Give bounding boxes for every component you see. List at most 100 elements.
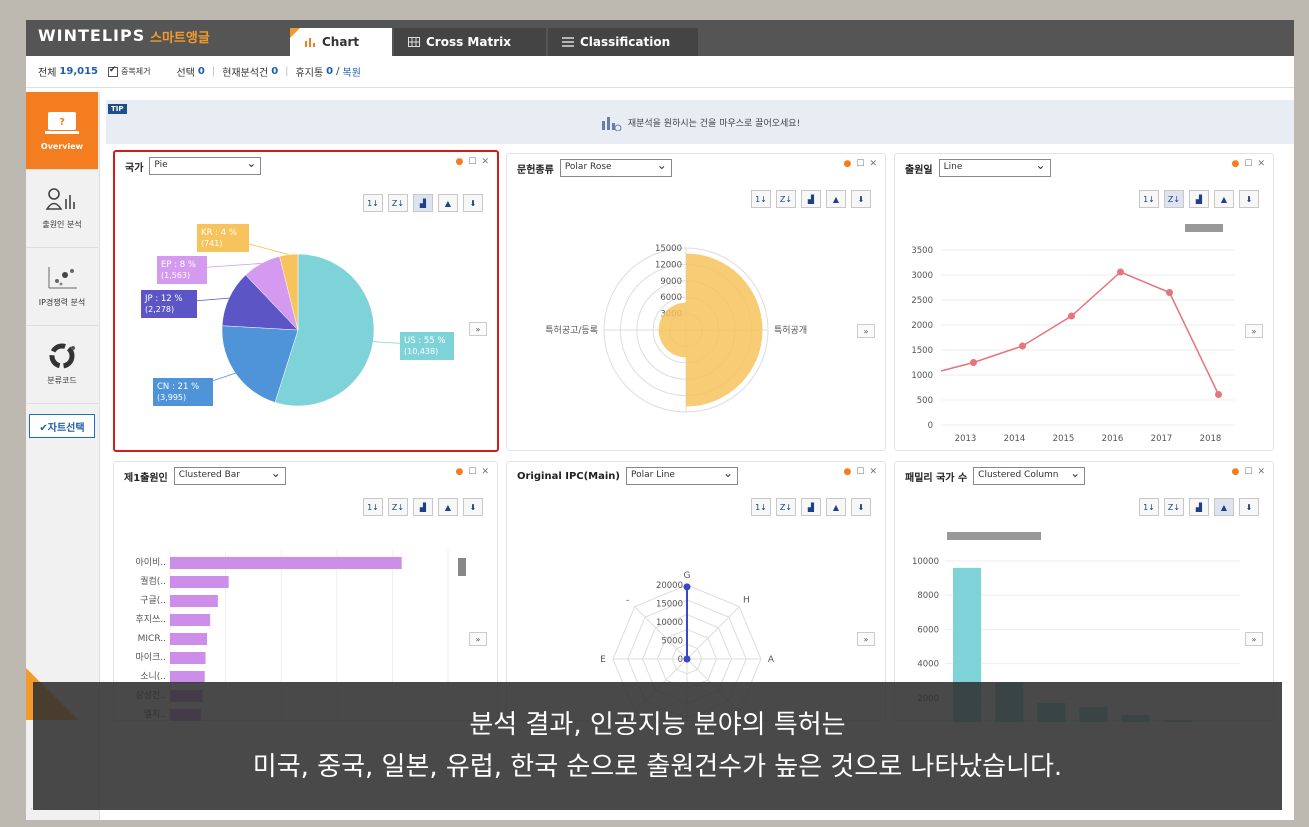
radar-tick-label: 5000 [661,637,683,647]
expand-icon[interactable]: » [1245,324,1263,338]
sidebar-item-ip-competitiveness[interactable]: IP경쟁력 분석 [26,248,98,326]
sidebar-item-applicant[interactable]: 출원인 분석 [26,170,98,248]
current-analysis-label: 현재분석건 [222,68,269,79]
slash: / [336,66,340,77]
dedupe-label: 중복제거 [121,67,151,76]
status-bar: 전체 19,015 중복제거 선택 0 | 현재분석건 0 | 휴지통 0 / … [26,56,1294,88]
legend-swatch [1185,224,1223,232]
pie-label-count: (1,563) [161,271,190,280]
trash-label[interactable]: 휴지통 [296,64,324,79]
panel-doc-type[interactable]: 문헌종류 Polar Rose ●☐✕ 1↓ Z↓ ▟ ▲ ⬇ 15000120… [506,153,886,451]
panel-country[interactable]: 국가 Pie ●☐✕ 1↓ Z↓ ▟ ▲ ⬇ US : 55 %(10,438)… [113,150,499,452]
expand-icon[interactable]: » [469,632,487,646]
pie-label-count: (741) [201,239,223,248]
data-point [683,655,691,663]
expand-icon[interactable]: » [1245,632,1263,646]
tab-label: Chart [322,35,360,49]
polar-tick-label: 6000 [660,293,682,303]
pie-label: KR : 4 % [201,228,237,238]
y-tick-label: 1000 [911,371,933,381]
pie-label: JP : 12 % [144,294,183,304]
bar [170,576,229,588]
series-line [940,271,1220,395]
polar-tick-label: 9000 [660,277,682,287]
expand-icon[interactable]: » [857,632,875,646]
selected-label: 선택 [176,68,195,79]
y-category-label: 아이비.. [135,557,166,568]
sidebar-item-label: 출원인 분석 [42,220,82,229]
bar [170,557,402,569]
y-category-label: 소니(.. [140,671,166,682]
sidebar-item-classification[interactable]: 분류코드 [26,326,98,404]
y-tick-label: 1500 [911,346,933,356]
chart-select-button[interactable]: ✔자트선택 [29,414,95,438]
trash-count: 0 [326,66,334,77]
overview-icon: ? [45,112,79,134]
bar-chart-icon [305,38,315,47]
x-tick-label: 2016 [1102,434,1124,444]
polar-tick-label: 15000 [655,244,682,254]
tab-label: Cross Matrix [426,35,511,49]
radar-category-label: - [626,596,629,606]
sidebar-item-label: 분류코드 [47,376,77,385]
divider: | [211,66,216,77]
radar-tick-label: 15000 [656,600,683,610]
y-category-label: 퀄컴(.. [140,575,166,587]
dedupe-checkbox[interactable] [108,65,118,77]
data-point [1215,391,1222,398]
y-tick-label: 8000 [917,591,939,601]
video-caption: 분석 결과, 인공지능 분야의 특허는 미국, 중국, 일본, 유럽, 한국 순… [33,682,1282,810]
current-analysis-count: 0 [271,66,279,77]
tip-bar: TIP 재분석을 원하시는 건을 마우스로 끌어오세요! [106,100,1294,144]
pie-label-count: (3,995) [157,393,186,402]
y-tick-label: 2000 [911,321,933,331]
y-tick-label: 3000 [911,271,933,281]
bar [170,595,218,607]
total-label: 전체 [38,68,57,79]
total-count: 19,015 [59,66,98,77]
bar [170,633,208,645]
classification-icon [49,343,75,369]
app-logo: WINTELIPS [38,26,146,45]
tab-chart[interactable]: Chart [290,28,392,56]
y-tick-label: 500 [917,396,933,406]
y-tick-label: 10000 [912,557,939,567]
legend-swatch [947,532,1041,540]
radar-category-label: H [743,596,750,606]
x-tick-label: 2017 [1151,434,1173,444]
polar-category-label: 특허공고/등록 [545,325,598,336]
data-point [1019,342,1026,350]
grid-icon [408,37,420,47]
data-point [1068,312,1075,320]
caption-line-2: 미국, 중국, 일본, 유럽, 한국 순으로 출원건수가 높은 것으로 나타났습… [252,752,1063,782]
bar [170,652,206,664]
line-chart: 3500 3000 2500 2000 1500 1000 500 0 2013 2014 2015… [911,224,1235,444]
expand-icon[interactable]: » [857,324,875,338]
drag-drop-icon [601,117,622,131]
tab-cross-matrix[interactable]: Cross Matrix [394,28,546,56]
restore-link[interactable]: 복원 [343,64,361,79]
tab-classification[interactable]: Classification [548,28,698,56]
applicant-icon [45,188,75,210]
legend-swatch [458,558,466,576]
y-category-label: 후지쓰.. [135,614,166,625]
tab-label: Classification [580,35,671,49]
polar-tick-label: 12000 [655,260,682,270]
x-tick-label: 2018 [1200,434,1222,444]
data-point [1117,268,1124,276]
panel-filing-date[interactable]: 출원일 Line ●☐✕ 1↓ Z↓ ▟ ▲ ⬇ 350030002500200… [894,153,1274,451]
tip-tag: TIP [108,104,127,114]
y-tick-label: 4000 [917,660,939,670]
y-tick-label: 2500 [911,296,933,306]
y-category-label: MICR.. [138,634,166,644]
x-tick-label: 2013 [955,434,977,444]
selected-count: 0 [197,66,205,77]
radar-category-label: A [768,655,775,665]
polar-category-label: 특허공개 [774,325,807,336]
pie-chart: US : 55 %(10,438) CN : 21 %(3,995) JP : 12… [141,224,454,407]
divider: | [285,66,289,77]
y-tick-label: 0 [928,421,933,431]
expand-icon[interactable]: » [469,322,487,336]
data-point [970,359,977,366]
sidebar-item-overview[interactable]: ? Overview [26,92,98,170]
